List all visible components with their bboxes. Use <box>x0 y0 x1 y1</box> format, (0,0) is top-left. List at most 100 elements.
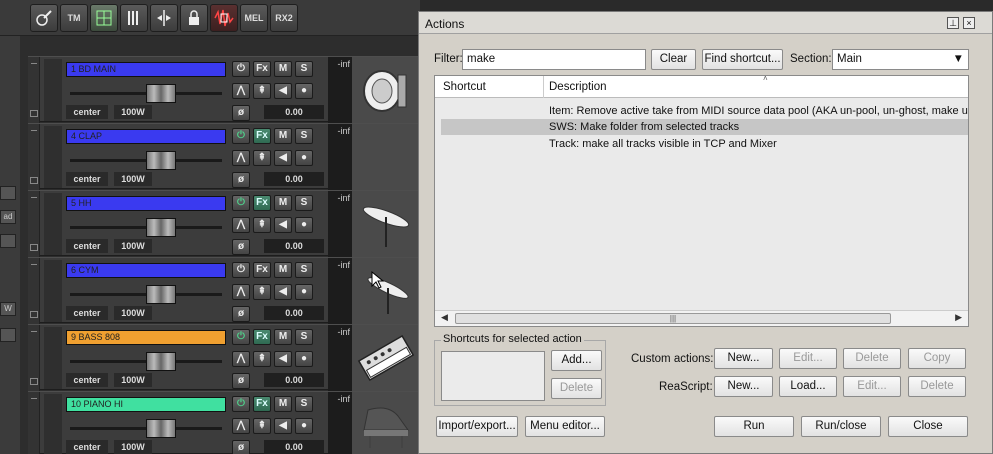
power-icon[interactable]: ⏻ <box>232 195 250 211</box>
track-handle[interactable] <box>28 124 40 190</box>
mute-button[interactable]: M <box>274 195 292 211</box>
width-label[interactable]: 100W <box>114 440 152 454</box>
record-arm-icon[interactable]: ● <box>295 351 313 367</box>
run-close-button[interactable]: Run/close <box>801 416 881 437</box>
left-strip-item[interactable]: W <box>0 302 16 316</box>
horizontal-scrollbar[interactable]: ◀ ||| ▶ <box>435 310 968 326</box>
record-arm-icon[interactable]: ● <box>295 217 313 233</box>
custom-delete-button[interactable]: Delete <box>843 348 901 369</box>
pan-label[interactable]: center <box>66 105 108 119</box>
volume-fader[interactable] <box>146 285 176 304</box>
reascript-edit-button[interactable]: Edit... <box>843 376 901 397</box>
track-handle[interactable] <box>28 258 40 324</box>
record-arm-icon[interactable]: ● <box>295 150 313 166</box>
power-icon[interactable]: ⏻ <box>232 128 250 144</box>
fx-button[interactable]: Fx <box>253 329 271 345</box>
mute-button[interactable]: M <box>274 61 292 77</box>
phase-icon[interactable]: ø <box>232 239 250 255</box>
power-icon[interactable]: ⏻ <box>232 396 250 412</box>
volume-label[interactable]: 0.00 <box>264 306 324 320</box>
track-handle[interactable] <box>28 325 40 391</box>
volume-label[interactable]: 0.00 <box>264 105 324 119</box>
volume-fader[interactable] <box>146 352 176 371</box>
split-icon[interactable] <box>150 4 178 32</box>
speaker-icon[interactable]: ◀ <box>274 351 292 367</box>
dialog-titlebar[interactable]: Actions ⊥ × <box>419 12 992 34</box>
mute-button[interactable]: M <box>274 262 292 278</box>
left-strip-item[interactable]: ad <box>0 210 16 224</box>
width-label[interactable]: 100W <box>114 105 152 119</box>
mel-button[interactable]: MEL <box>240 4 268 32</box>
record-arm-icon[interactable]: ● <box>295 284 313 300</box>
input-icon[interactable]: ⇞ <box>253 418 271 434</box>
list-item-selected[interactable]: SWS: Make folder from selected tracks <box>441 119 968 135</box>
power-icon[interactable]: ⏻ <box>232 61 250 77</box>
scroll-left-icon[interactable]: ◀ <box>441 312 448 323</box>
volume-fader[interactable] <box>146 84 176 103</box>
width-label[interactable]: 100W <box>114 172 152 186</box>
left-strip-item[interactable] <box>0 328 16 342</box>
width-label[interactable]: 100W <box>114 239 152 253</box>
track-name[interactable]: 6 CYM <box>66 263 226 278</box>
speaker-icon[interactable]: ◀ <box>274 217 292 233</box>
custom-new-button[interactable]: New... <box>714 348 773 369</box>
pin-icon[interactable]: ⊥ <box>947 17 959 29</box>
import-export-button[interactable]: Import/export... <box>436 416 518 437</box>
track-name[interactable]: 5 HH <box>66 196 226 211</box>
solo-button[interactable]: S <box>295 195 313 211</box>
fx-button[interactable]: Fx <box>253 128 271 144</box>
fx-button[interactable]: Fx <box>253 61 271 77</box>
record-arm-icon[interactable]: ● <box>295 83 313 99</box>
volume-fader[interactable] <box>146 419 176 438</box>
volume-label[interactable]: 0.00 <box>264 172 324 186</box>
grid-icon[interactable] <box>90 4 118 32</box>
fx-button[interactable]: Fx <box>253 262 271 278</box>
filter-input[interactable]: make <box>462 49 646 70</box>
close-icon[interactable]: × <box>963 17 975 29</box>
width-label[interactable]: 100W <box>114 306 152 320</box>
envelope-icon[interactable]: ⋀ <box>232 351 250 367</box>
input-icon[interactable]: ⇞ <box>253 351 271 367</box>
custom-copy-button[interactable]: Copy <box>908 348 966 369</box>
list-item[interactable]: Item: Remove active take from MIDI sourc… <box>441 103 968 119</box>
reascript-delete-button[interactable]: Delete <box>908 376 966 397</box>
mute-button[interactable]: M <box>274 128 292 144</box>
speaker-icon[interactable]: ◀ <box>274 284 292 300</box>
envelope-icon[interactable]: ⋀ <box>232 418 250 434</box>
phase-icon[interactable]: ø <box>232 172 250 188</box>
track-name[interactable]: 1 BD MAIN <box>66 62 226 77</box>
custom-edit-button[interactable]: Edit... <box>779 348 837 369</box>
reascript-new-button[interactable]: New... <box>714 376 773 397</box>
mute-button[interactable]: M <box>274 329 292 345</box>
reascript-load-button[interactable]: Load... <box>779 376 837 397</box>
envelope-icon[interactable]: ⋀ <box>232 217 250 233</box>
track-handle[interactable] <box>28 191 40 257</box>
rx2-button[interactable]: RX2 <box>270 4 298 32</box>
actions-list[interactable]: Shortcut Description ˄ Item: Remove acti… <box>434 74 969 327</box>
envelope-icon[interactable]: ⋀ <box>232 284 250 300</box>
scrollbar-thumb[interactable]: ||| <box>455 313 891 324</box>
add-shortcut-button[interactable]: Add... <box>551 350 602 371</box>
record-arm-icon[interactable]: ● <box>295 418 313 434</box>
lock-icon[interactable] <box>180 4 208 32</box>
list-item[interactable]: Track: make all tracks visible in TCP an… <box>441 136 968 152</box>
phase-icon[interactable]: ø <box>232 105 250 121</box>
phase-icon[interactable]: ø <box>232 440 250 454</box>
solo-button[interactable]: S <box>295 396 313 412</box>
power-icon[interactable]: ⏻ <box>232 329 250 345</box>
guitar-icon[interactable] <box>30 4 58 32</box>
track-handle[interactable] <box>28 392 40 454</box>
pan-label[interactable]: center <box>66 239 108 253</box>
pan-label[interactable]: center <box>66 306 108 320</box>
volume-fader[interactable] <box>146 218 176 237</box>
speaker-icon[interactable]: ◀ <box>274 83 292 99</box>
track-name[interactable]: 10 PIANO HI <box>66 397 226 412</box>
scroll-right-icon[interactable]: ▶ <box>955 312 962 323</box>
column-header-shortcut[interactable]: Shortcut <box>435 76 544 98</box>
volume-label[interactable]: 0.00 <box>264 373 324 387</box>
left-strip-item[interactable] <box>0 234 16 248</box>
power-icon[interactable]: ⏻ <box>232 262 250 278</box>
envelope-icon[interactable]: ⋀ <box>232 83 250 99</box>
left-strip-item[interactable] <box>0 186 16 200</box>
input-icon[interactable]: ⇞ <box>253 83 271 99</box>
